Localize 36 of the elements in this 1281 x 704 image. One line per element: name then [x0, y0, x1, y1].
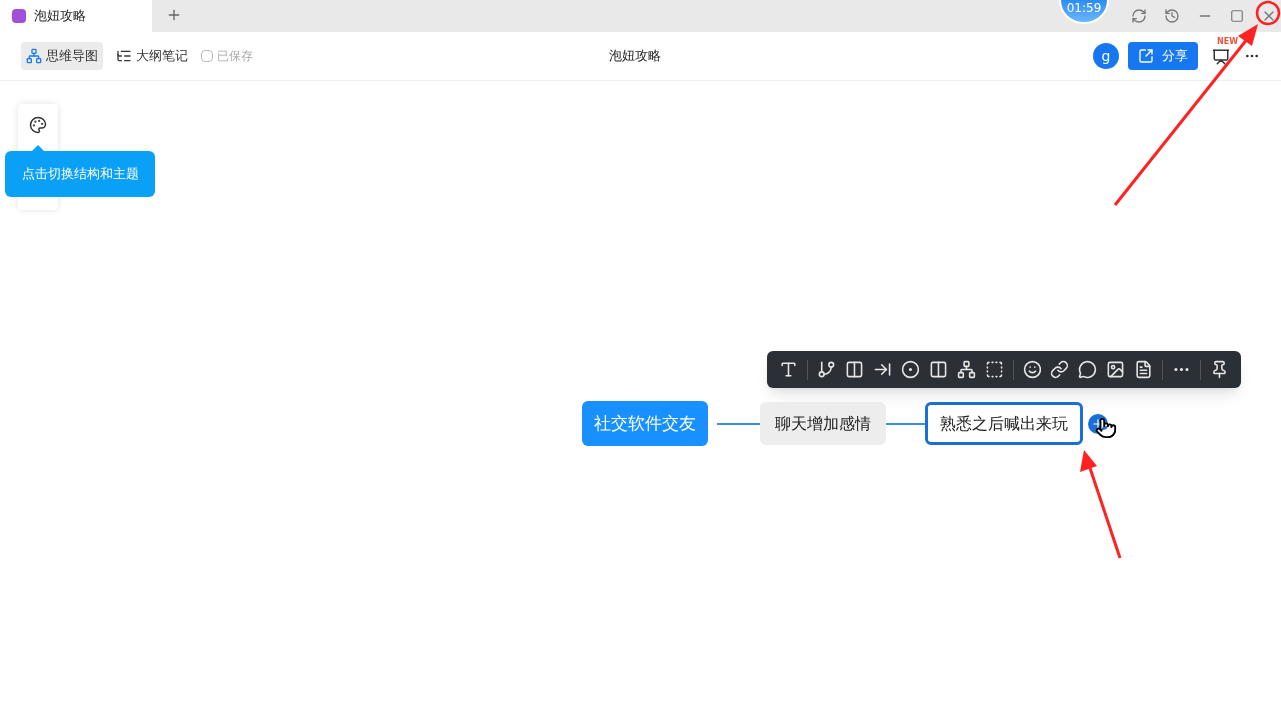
- presentation-icon[interactable]: [1212, 48, 1230, 66]
- emoji-icon[interactable]: [1022, 360, 1042, 379]
- tooltip: 点击切换结构和主题: [5, 151, 155, 197]
- center-node-icon[interactable]: [900, 360, 920, 379]
- user-avatar[interactable]: g: [1093, 43, 1119, 69]
- arrow-node-icon[interactable]: [872, 360, 892, 379]
- topic-node[interactable]: 聊天增加感情: [760, 402, 886, 445]
- structure-icon[interactable]: [956, 360, 976, 379]
- palette-icon[interactable]: [29, 116, 47, 134]
- child-node-icon[interactable]: [816, 360, 836, 379]
- view-tab[interactable]: 思维导图: [21, 42, 103, 70]
- save-status: 已保存: [201, 47, 253, 65]
- hand-cursor-icon: [1095, 417, 1117, 439]
- document-tab[interactable]: 泡妞攻略: [0, 0, 152, 32]
- document-icon: [12, 9, 26, 23]
- share-button[interactable]: 分享: [1128, 42, 1198, 70]
- new-label: NEW: [1217, 37, 1238, 46]
- note-icon[interactable]: [1134, 360, 1154, 379]
- frame-icon[interactable]: [984, 360, 1004, 379]
- comment-icon[interactable]: [1078, 360, 1098, 379]
- image-icon[interactable]: [1106, 360, 1126, 379]
- new-tab-icon[interactable]: [166, 7, 182, 23]
- share-icon: [1138, 48, 1154, 64]
- annotation-circle: [1255, 0, 1281, 26]
- maximize-icon[interactable]: [1230, 9, 1244, 23]
- document-title: 泡妞攻略: [609, 47, 661, 66]
- link-icon[interactable]: [1050, 360, 1070, 379]
- timer-badge: 01:59: [1059, 0, 1109, 24]
- view-tab[interactable]: 大纲笔记: [111, 42, 193, 70]
- text-style-icon[interactable]: [779, 360, 798, 379]
- history-icon[interactable]: [1164, 8, 1180, 24]
- checkbox-icon: [201, 50, 213, 62]
- mindmap-icon: [26, 48, 42, 64]
- sync-icon[interactable]: [1131, 8, 1147, 24]
- list-icon: [116, 48, 132, 64]
- topic-node[interactable]: 熟悉之后喊出来玩: [925, 402, 1083, 445]
